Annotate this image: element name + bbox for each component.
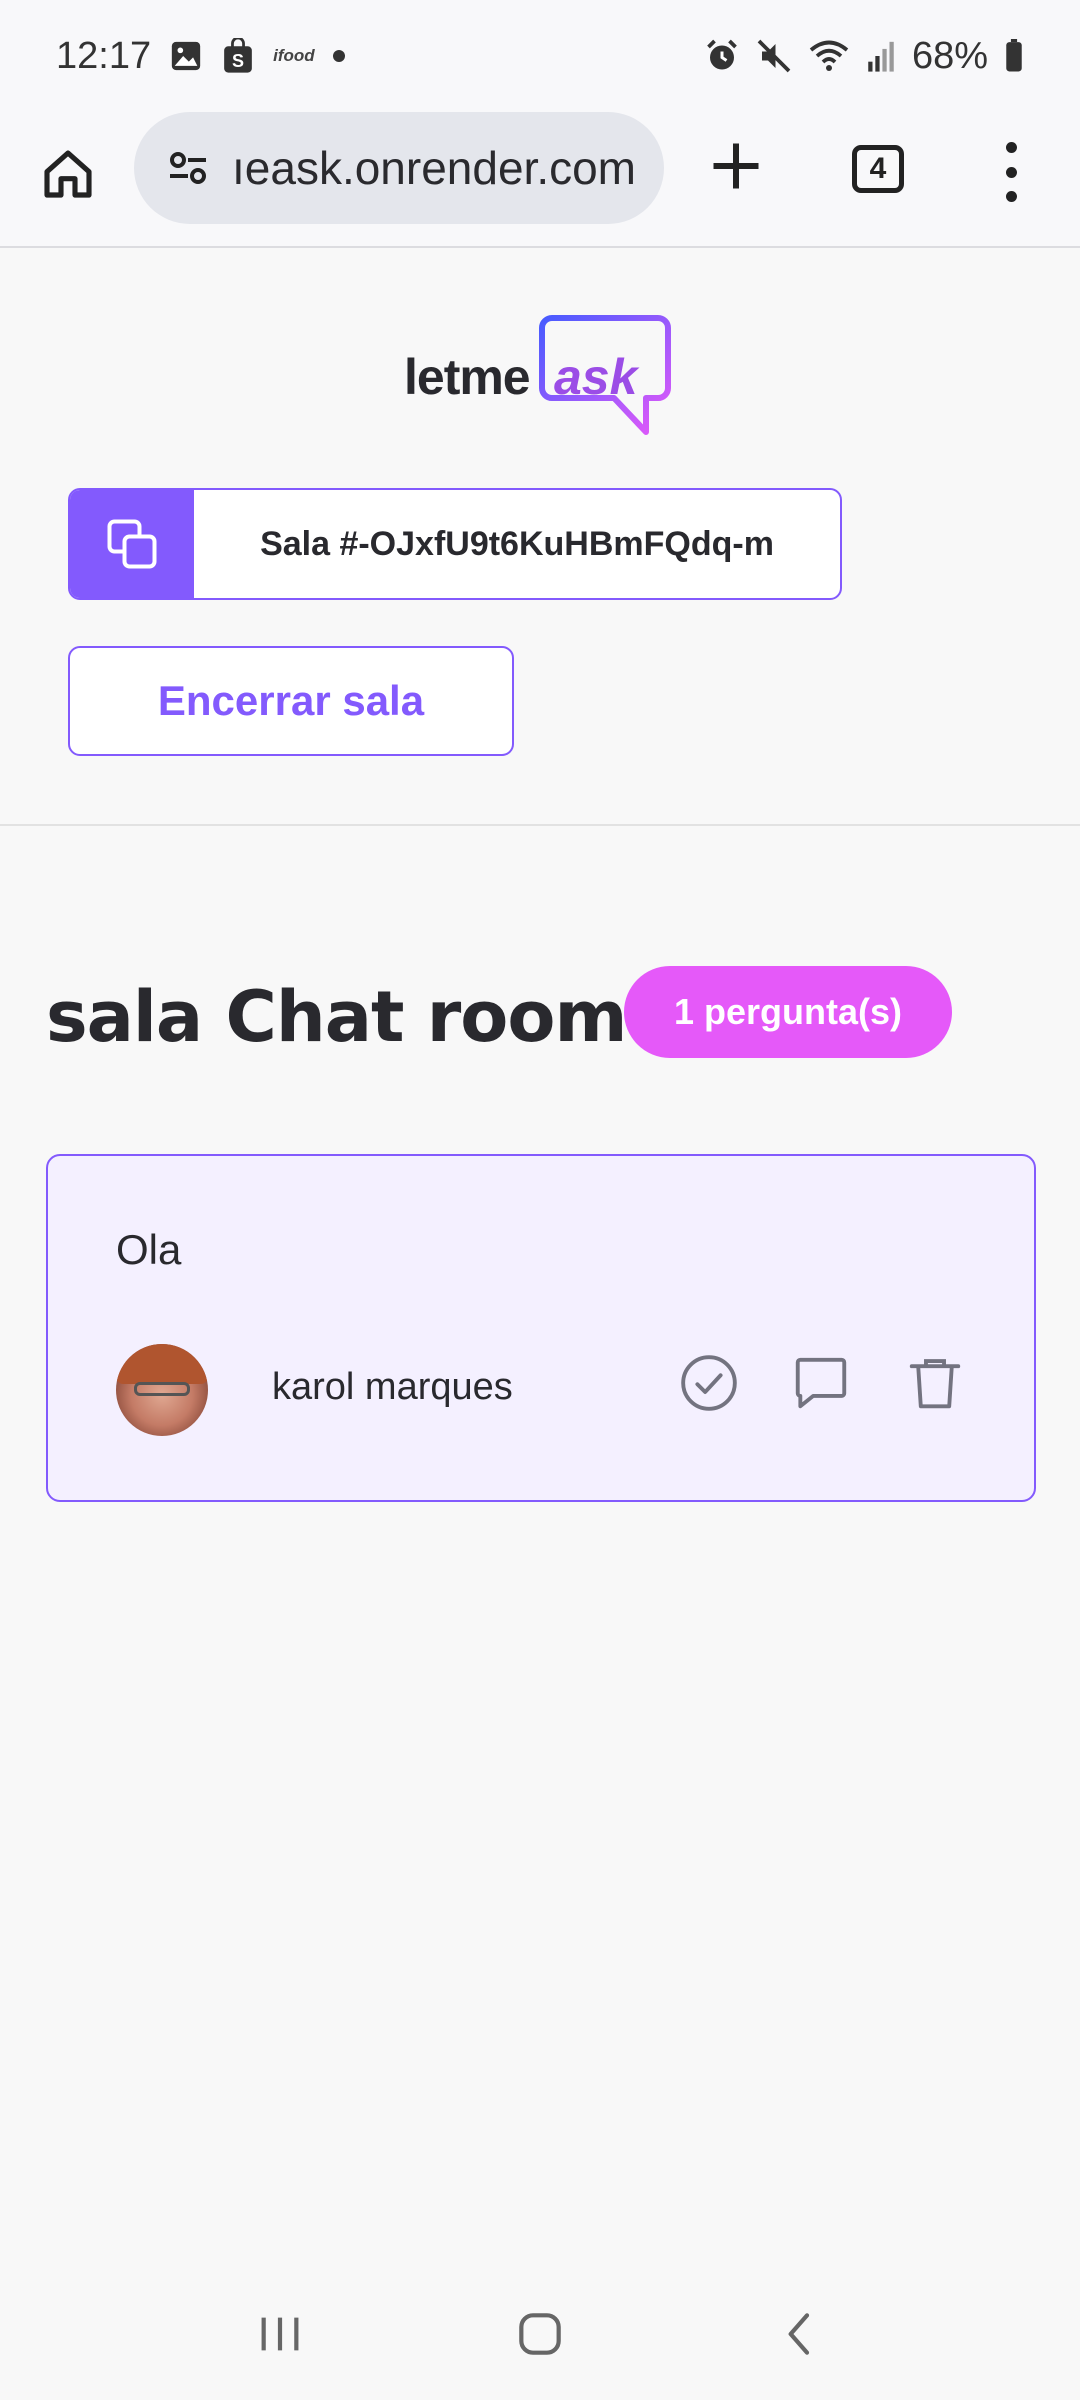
status-time: 12:17: [56, 34, 152, 77]
recent-apps-icon: [261, 2317, 299, 2351]
site-settings-icon[interactable]: [158, 138, 218, 198]
alarm-icon: [704, 38, 740, 74]
url-text: ıeask.onrender.com: [232, 142, 637, 194]
status-bar: 12:17 S ifood 68%: [0, 0, 1080, 112]
plus-icon: [713, 143, 759, 189]
wifi-icon: [808, 38, 850, 74]
tab-switcher-button[interactable]: 4: [852, 145, 904, 193]
new-tab-button[interactable]: [706, 136, 766, 196]
room-code-button[interactable]: Sala #-OJxfU9t6KuHBmFQdq-m: [68, 488, 842, 600]
system-navigation-bar: [0, 2268, 1080, 2400]
page-header: letme ask Sala #-OJxfU9t6KuHBmFQdq-m Enc…: [0, 250, 1080, 826]
browser-toolbar: ıeask.onrender.com 4: [0, 112, 1080, 248]
menu-dot-icon: [1005, 166, 1017, 178]
menu-dot-icon: [1005, 191, 1017, 202]
recent-apps-button[interactable]: [240, 2294, 320, 2374]
trash-icon: [909, 1359, 961, 1409]
ifood-icon: ifood: [273, 46, 315, 65]
question-count-badge: 1 pergunta(s): [624, 966, 952, 1058]
chat-bubble-icon: [795, 1357, 847, 1409]
gallery-icon: [169, 39, 203, 73]
dot-icon: [332, 50, 345, 62]
home-circle-icon: [519, 2313, 561, 2355]
highlight-question-button[interactable]: [790, 1352, 852, 1414]
signal-icon: [866, 39, 896, 73]
question-content: Ola: [116, 1226, 182, 1273]
shopping-bag-icon: S: [221, 38, 255, 74]
menu-dot-icon: [1005, 142, 1017, 153]
more-menu-button[interactable]: [996, 142, 1026, 202]
battery-percent: 68%: [911, 34, 988, 77]
copy-icon: [70, 490, 194, 598]
back-chevron-icon: [788, 2313, 810, 2355]
battery-icon: [1004, 39, 1024, 73]
check-circle-icon: [681, 1355, 737, 1411]
room-title: sala Chat room: [46, 976, 627, 1058]
address-bar[interactable]: ıeask.onrender.com: [134, 112, 664, 224]
avatar: [116, 1344, 208, 1436]
back-button[interactable]: [760, 2294, 840, 2374]
close-room-button[interactable]: Encerrar sala: [68, 646, 514, 756]
home-icon: [44, 150, 92, 198]
mute-icon: [756, 38, 792, 74]
letmeask-logo: letme ask: [404, 314, 674, 438]
logo-text-letme: letme: [404, 349, 531, 405]
question-author: karol marques: [272, 1366, 513, 1408]
home-button[interactable]: [36, 142, 100, 206]
room-code-text: Sala #-OJxfU9t6KuHBmFQdq-m: [260, 524, 774, 563]
home-nav-button[interactable]: [500, 2294, 580, 2374]
svg-text:S: S: [232, 51, 244, 71]
room-title-row: sala Chat room 1 pergunta(s): [46, 966, 1046, 1066]
question-card: Ola karol marques: [46, 1154, 1036, 1502]
mark-answered-button[interactable]: [678, 1352, 740, 1414]
logo-text-ask: ask: [554, 349, 638, 405]
delete-question-button[interactable]: [904, 1352, 966, 1414]
